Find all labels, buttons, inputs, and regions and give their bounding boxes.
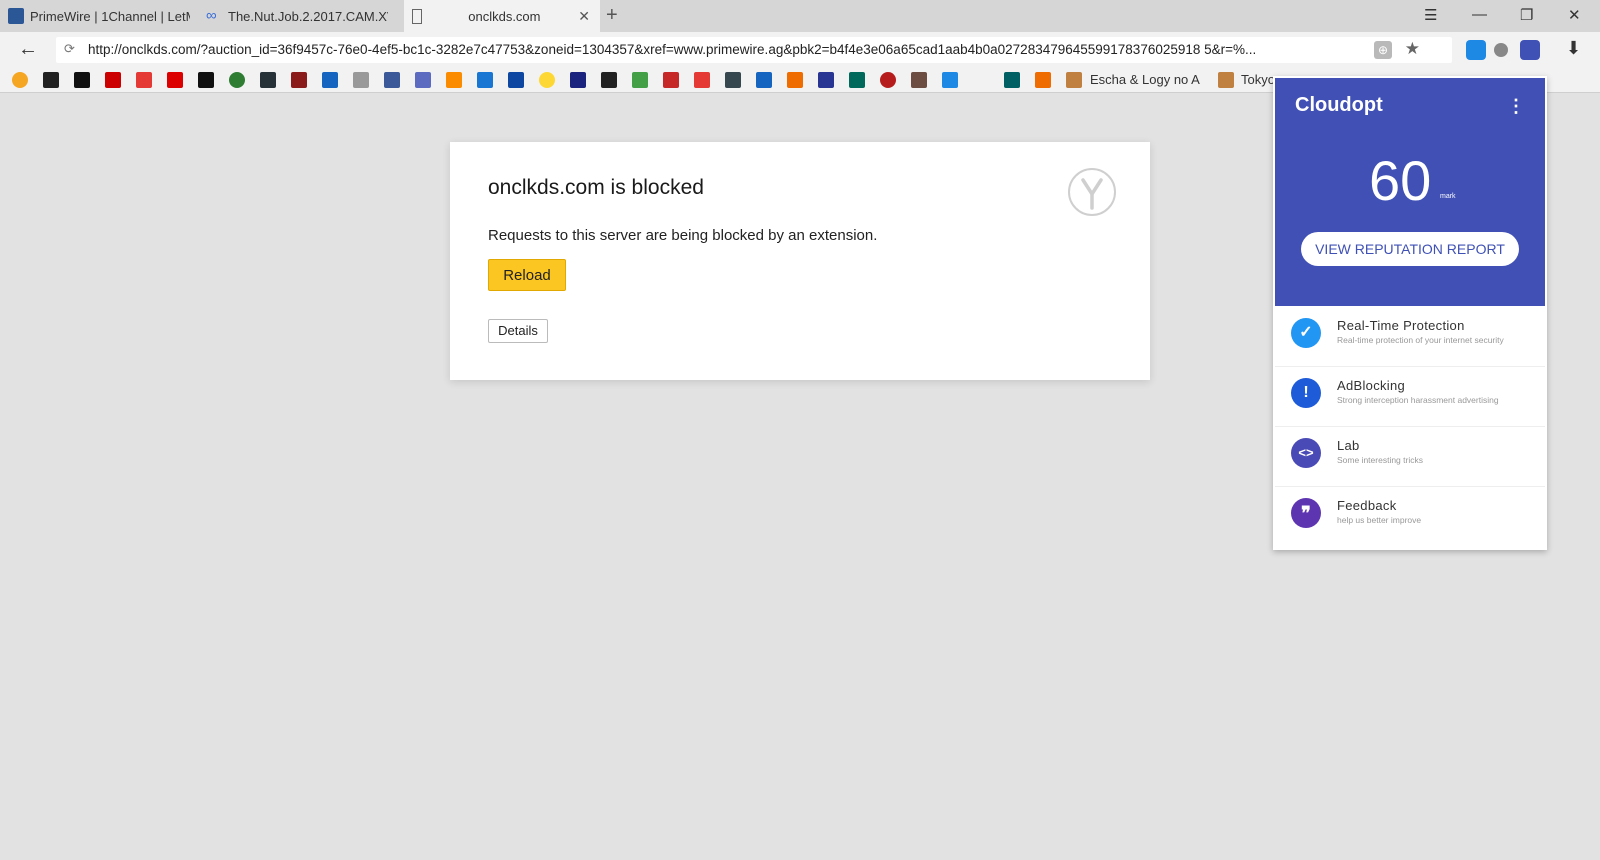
tab-label: PrimeWire | 1Channel | LetM [30, 8, 190, 24]
score-unit: mark [1440, 193, 1456, 200]
bookmark-icon[interactable] [663, 72, 679, 88]
bookmark-icon[interactable] [1218, 72, 1234, 88]
bookmark-icon[interactable] [198, 72, 214, 88]
bookmark-icon[interactable] [260, 72, 276, 88]
brand-name: Cloudopt [1295, 94, 1383, 116]
feature-feedback[interactable]: ❞ Feedback help us better improve [1275, 488, 1545, 546]
bookmark-icon[interactable] [136, 72, 152, 88]
bookmark-icon[interactable] [787, 72, 803, 88]
reputation-score: 60 [1369, 149, 1432, 212]
blocked-title: onclkds.com is blocked [488, 176, 704, 199]
cloudopt-extension-icon[interactable] [1520, 40, 1540, 60]
extension-bulb-icon[interactable] [1494, 43, 1508, 57]
blocked-card: onclkds.com is blocked Requests to this … [450, 142, 1150, 380]
bookmark-icon[interactable] [1035, 72, 1051, 88]
reload-button[interactable]: Reload [488, 259, 566, 291]
feature-subtitle: Strong interception harassment advertisi… [1337, 395, 1499, 405]
new-tab-button[interactable]: + [606, 4, 618, 27]
bookmark-icon[interactable] [508, 72, 524, 88]
bookmark-icon[interactable] [12, 72, 28, 88]
quote-icon: ❞ [1291, 498, 1321, 528]
address-bar[interactable]: ⟳ http://onclkds.com/?auction_id=36f9457… [56, 37, 1452, 63]
bookmark-escha[interactable]: Escha & Logy no A [1090, 72, 1200, 87]
toolbar: ← ⟳ http://onclkds.com/?auction_id=36f94… [0, 32, 1600, 68]
bookmark-icon[interactable] [105, 72, 121, 88]
bookmark-icon[interactable] [756, 72, 772, 88]
close-window-button[interactable]: ✕ [1568, 6, 1581, 24]
bookmark-icon[interactable] [911, 72, 927, 88]
bookmark-icon[interactable] [632, 72, 648, 88]
feature-title: Lab [1337, 438, 1360, 453]
check-icon: ✓ [1291, 318, 1321, 348]
feature-subtitle: help us better improve [1337, 515, 1422, 525]
bookmark-icon[interactable] [849, 72, 865, 88]
infinity-icon: ∞ [206, 7, 217, 24]
bookmark-icon[interactable] [1066, 72, 1082, 88]
page-icon [412, 8, 423, 24]
bookmark-star-icon[interactable]: ★ [1405, 39, 1420, 59]
refresh-icon[interactable]: ⟳ [64, 41, 75, 57]
bookmark-icon[interactable] [477, 72, 493, 88]
bookmark-icon[interactable] [229, 72, 245, 88]
code-icon: <> [1291, 438, 1321, 468]
bookmark-icon[interactable] [322, 72, 338, 88]
bookmark-icon[interactable] [818, 72, 834, 88]
back-arrow-icon[interactable]: ← [18, 38, 38, 61]
feature-realtime-protection[interactable]: ✓ Real-Time Protection Real-time protect… [1275, 308, 1545, 367]
bookmark-icon[interactable] [446, 72, 462, 88]
bookmark-icon[interactable] [291, 72, 307, 88]
bookmark-tokyo[interactable]: Tokyo [1241, 72, 1275, 87]
view-reputation-report-button[interactable]: VIEW REPUTATION REPORT [1301, 232, 1519, 266]
feature-subtitle: Real-time protection of your internet se… [1337, 335, 1504, 345]
bookmark-icon[interactable] [353, 72, 369, 88]
tab-label: onclkds.com [468, 8, 541, 24]
bookmark-icon[interactable] [570, 72, 586, 88]
blocked-message: Requests to this server are being blocke… [488, 227, 878, 244]
translate-icon[interactable]: ⊕ [1374, 41, 1392, 59]
bookmark-icon[interactable] [384, 72, 400, 88]
feature-title: Real-Time Protection [1337, 318, 1465, 333]
bookmark-icon[interactable] [601, 72, 617, 88]
more-menu-icon[interactable]: ⋮ [1507, 96, 1525, 117]
popup-header: Cloudopt ⋮ 60 mark VIEW REPUTATION REPOR… [1275, 78, 1545, 306]
feature-title: Feedback [1337, 498, 1397, 513]
bookmark-icon[interactable] [74, 72, 90, 88]
tab-close-icon[interactable]: ✕ [578, 8, 590, 25]
tab-nutjob[interactable]: ∞ The.Nut.Job.2.2017.CAM.XVi [198, 0, 394, 32]
details-button[interactable]: Details [488, 319, 548, 343]
bookmark-icon[interactable] [415, 72, 431, 88]
cloudopt-popup: Cloudopt ⋮ 60 mark VIEW REPUTATION REPOR… [1273, 76, 1547, 550]
maximize-button[interactable]: ❐ [1520, 6, 1533, 24]
bookmark-icon[interactable] [694, 72, 710, 88]
tab-bar: PrimeWire | 1Channel | LetM ∞ The.Nut.Jo… [0, 0, 1600, 32]
feature-lab[interactable]: <> Lab Some interesting tricks [1275, 428, 1545, 487]
feature-adblocking[interactable]: ! AdBlocking Strong interception harassm… [1275, 368, 1545, 427]
feature-subtitle: Some interesting tricks [1337, 455, 1423, 465]
bookmark-icon[interactable] [1004, 72, 1020, 88]
download-icon[interactable]: ⬇ [1566, 38, 1581, 59]
bookmark-icon[interactable] [942, 72, 958, 88]
tab-onclkds[interactable]: onclkds.com ✕ [404, 0, 600, 32]
bookmark-icon[interactable] [539, 72, 555, 88]
url-text[interactable]: http://onclkds.com/?auction_id=36f9457c-… [88, 42, 1256, 57]
menu-icon[interactable]: ☰ [1424, 6, 1437, 24]
bookmark-icon[interactable] [880, 72, 896, 88]
minimize-button[interactable]: — [1472, 6, 1487, 23]
yandex-logo-icon [1068, 168, 1116, 216]
tab-label: The.Nut.Job.2.2017.CAM.XVi [228, 8, 388, 24]
tab-primewire[interactable]: PrimeWire | 1Channel | LetM [0, 0, 196, 32]
exclamation-icon: ! [1291, 378, 1321, 408]
bookmark-icon[interactable] [167, 72, 183, 88]
feature-title: AdBlocking [1337, 378, 1406, 393]
film-icon [8, 8, 24, 24]
extension-mail-icon[interactable] [1466, 40, 1486, 60]
bookmark-icon[interactable] [725, 72, 741, 88]
bookmark-icon[interactable] [43, 72, 59, 88]
